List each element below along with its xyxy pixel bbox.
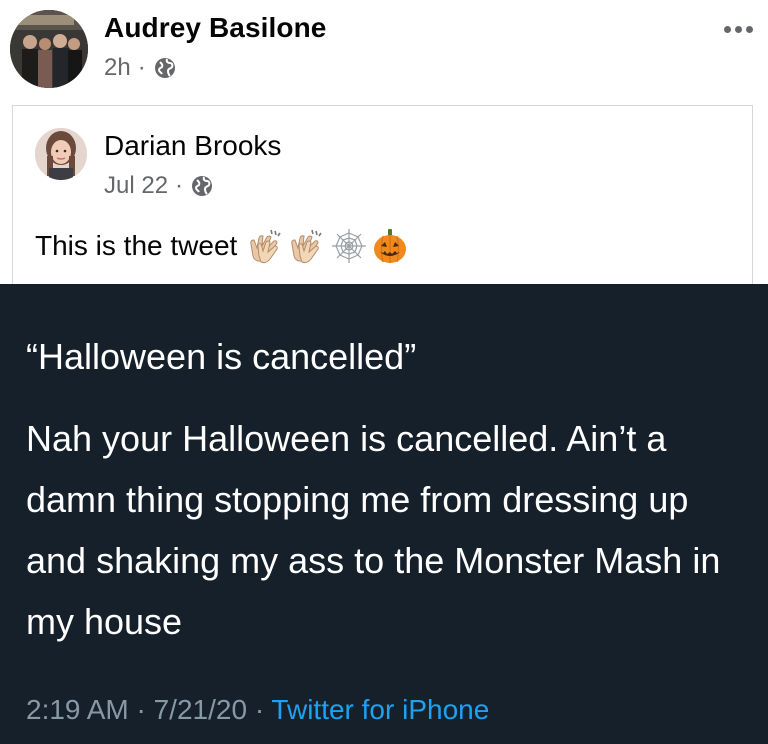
post-header: Audrey Basilone 2h · xyxy=(0,0,768,100)
shared-post-text-row: This is the tweet xyxy=(35,226,410,266)
shared-post-meta: Jul 22 · xyxy=(104,172,214,200)
more-options-icon xyxy=(723,25,731,33)
clapping-hands-emoji xyxy=(250,229,281,264)
more-options-dot xyxy=(745,25,753,33)
tweet-source-link[interactable]: Twitter for iPhone xyxy=(271,694,489,725)
shared-post-text: This is the tweet xyxy=(35,230,238,261)
shared-post-time[interactable]: Jul 22 xyxy=(104,172,168,200)
more-options-dot xyxy=(734,25,742,33)
more-options-button[interactable] xyxy=(720,14,756,44)
group-photo-avatar-image xyxy=(10,10,88,88)
globe-icon xyxy=(154,58,175,78)
tweet-body: Nah your Halloween is cancelled. Ain’t a… xyxy=(26,418,721,642)
shared-author-name[interactable]: Darian Brooks xyxy=(104,130,281,162)
clapping-hands-emoji xyxy=(291,229,322,264)
globe-icon xyxy=(192,176,213,196)
meta-separator: · xyxy=(175,172,184,199)
emoji-row xyxy=(247,226,410,266)
portrait-avatar-image xyxy=(35,128,87,180)
meta-separator: · xyxy=(137,54,146,81)
tweet-timestamp: 2:19 AM · 7/21/20 · xyxy=(26,694,272,725)
tweet-footer: 2:19 AM · 7/21/20 · Twitter for iPhone xyxy=(26,694,489,726)
tweet-quote: “Halloween is cancelled” xyxy=(26,336,417,377)
shared-author-avatar[interactable] xyxy=(35,128,87,180)
jack-o-lantern-emoji xyxy=(374,229,407,263)
shared-post-card[interactable]: Darian Brooks Jul 22 · This is the tweet xyxy=(12,105,753,287)
author-avatar[interactable] xyxy=(10,10,88,88)
spider-web-emoji xyxy=(332,229,367,263)
post-time[interactable]: 2h xyxy=(104,54,131,82)
tweet-screenshot[interactable]: “Halloween is cancelled” Nah your Hallow… xyxy=(0,284,768,744)
post-meta: 2h · xyxy=(104,54,177,82)
post-author-name[interactable]: Audrey Basilone xyxy=(104,12,326,44)
